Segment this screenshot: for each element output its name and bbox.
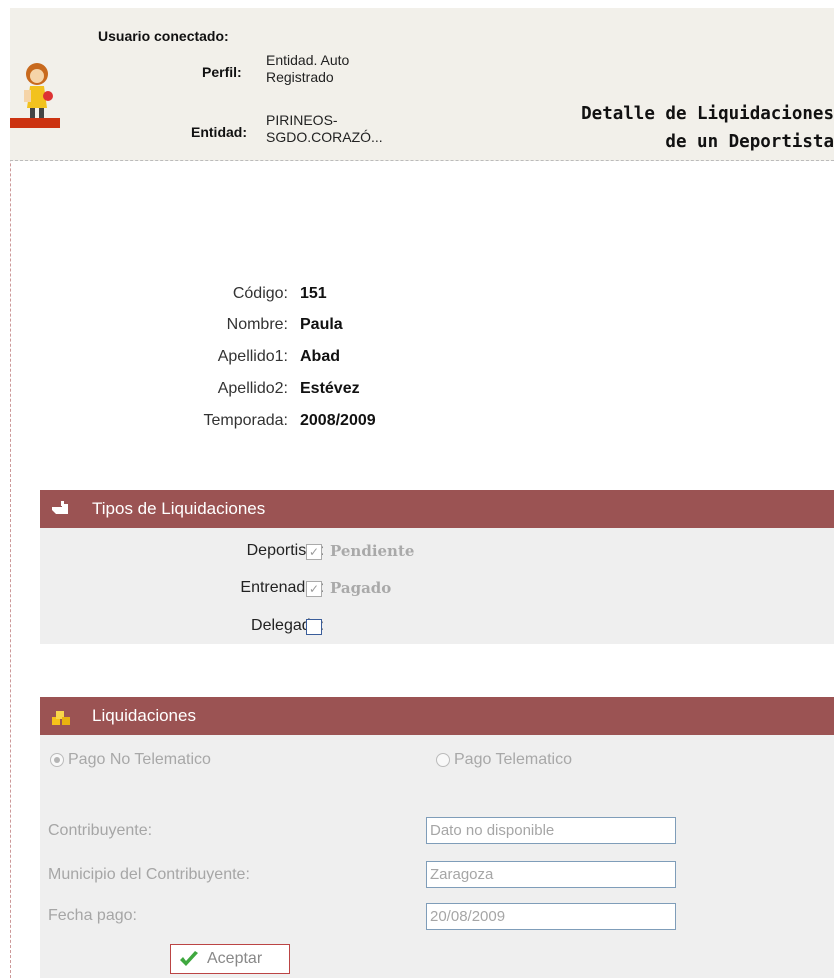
contribuyente-label: Contribuyente: bbox=[48, 822, 153, 839]
delegado-row: Delegado: bbox=[40, 615, 834, 641]
entidad-value-line1: PIRINEOS- bbox=[266, 112, 338, 128]
checkmark-icon bbox=[180, 951, 198, 966]
pago-telematico-label: Pago Telematico bbox=[454, 751, 572, 768]
accept-button[interactable]: Aceptar bbox=[170, 944, 290, 974]
perfil-value-line1: Entidad. Auto bbox=[266, 52, 350, 68]
temporada-row: Temporada: 2008/2009 bbox=[0, 412, 834, 436]
page-title-line2: de un Deportista bbox=[665, 132, 834, 152]
entidad-label: Entidad: bbox=[191, 124, 247, 140]
apellido2-value: Estévez bbox=[300, 380, 360, 397]
page-title-line1: Detalle de Liquidaciones bbox=[581, 104, 834, 124]
pago-telematico-radio[interactable]: Pago Telematico bbox=[436, 751, 572, 769]
perfil-value-line2: Registrado bbox=[266, 69, 334, 85]
tipos-section-header: Tipos de Liquidaciones bbox=[40, 490, 834, 528]
tipos-section-title: Tipos de Liquidaciones bbox=[92, 499, 266, 518]
municipio-field[interactable] bbox=[426, 861, 676, 888]
codigo-row: Código: 151 bbox=[0, 285, 834, 309]
nombre-label: Nombre: bbox=[226, 316, 288, 333]
coins-icon bbox=[52, 711, 70, 725]
apellido1-value: Abad bbox=[300, 348, 340, 365]
nombre-row: Nombre: Paula bbox=[0, 316, 834, 340]
nombre-value: Paula bbox=[300, 316, 343, 333]
codigo-value: 151 bbox=[300, 285, 327, 302]
codigo-label: Código: bbox=[232, 285, 288, 302]
user-label: Usuario conectado: bbox=[98, 28, 229, 44]
deportista-row: Deportista: ✓ Pendiente bbox=[40, 540, 834, 566]
apellido2-label: Apellido2: bbox=[217, 380, 288, 397]
municipio-label: Municipio del Contribuyente: bbox=[48, 866, 250, 883]
radio-unselected-icon bbox=[436, 753, 450, 767]
radio-selected-icon bbox=[50, 753, 64, 767]
apellido2-row: Apellido2: Estévez bbox=[0, 380, 834, 404]
tipos-section-body: Deportista: ✓ Pendiente Entrenador: ✓ Pa… bbox=[40, 528, 834, 644]
apellido1-row: Apellido1: Abad bbox=[0, 348, 834, 372]
fecha-pago-label: Fecha pago: bbox=[48, 907, 137, 924]
deportista-state: Pendiente bbox=[330, 542, 415, 560]
liquidaciones-section-title: Liquidaciones bbox=[92, 706, 196, 725]
entrenador-state: Pagado bbox=[330, 579, 392, 597]
liquidaciones-section-body bbox=[40, 735, 834, 978]
fecha-pago-field[interactable] bbox=[426, 903, 676, 930]
user-avatar-icon bbox=[10, 63, 60, 128]
accept-button-label: Aceptar bbox=[207, 950, 263, 967]
apellido1-label: Apellido1: bbox=[217, 348, 288, 365]
temporada-value: 2008/2009 bbox=[300, 412, 376, 429]
entrenador-row: Entrenador: ✓ Pagado bbox=[40, 577, 834, 603]
deportista-checkbox[interactable]: ✓ bbox=[306, 544, 322, 560]
liquidaciones-section-header: Liquidaciones bbox=[40, 697, 834, 735]
entidad-value-line2: SGDO.CORAZÓ... bbox=[266, 129, 383, 145]
delegado-checkbox[interactable] bbox=[306, 619, 322, 635]
temporada-label: Temporada: bbox=[203, 412, 289, 429]
perfil-label: Perfil: bbox=[202, 64, 242, 80]
header: Usuario conectado: Perfil: Entidad. Auto… bbox=[10, 8, 834, 161]
page-title: Detalle de Liquidaciones de un Deportist… bbox=[581, 100, 834, 156]
pago-no-telematico-radio[interactable]: Pago No Telematico bbox=[50, 751, 211, 769]
pointing-hand-icon bbox=[52, 501, 68, 514]
entrenador-checkbox[interactable]: ✓ bbox=[306, 581, 322, 597]
pago-no-telematico-label: Pago No Telematico bbox=[68, 751, 211, 768]
contribuyente-field[interactable] bbox=[426, 817, 676, 844]
